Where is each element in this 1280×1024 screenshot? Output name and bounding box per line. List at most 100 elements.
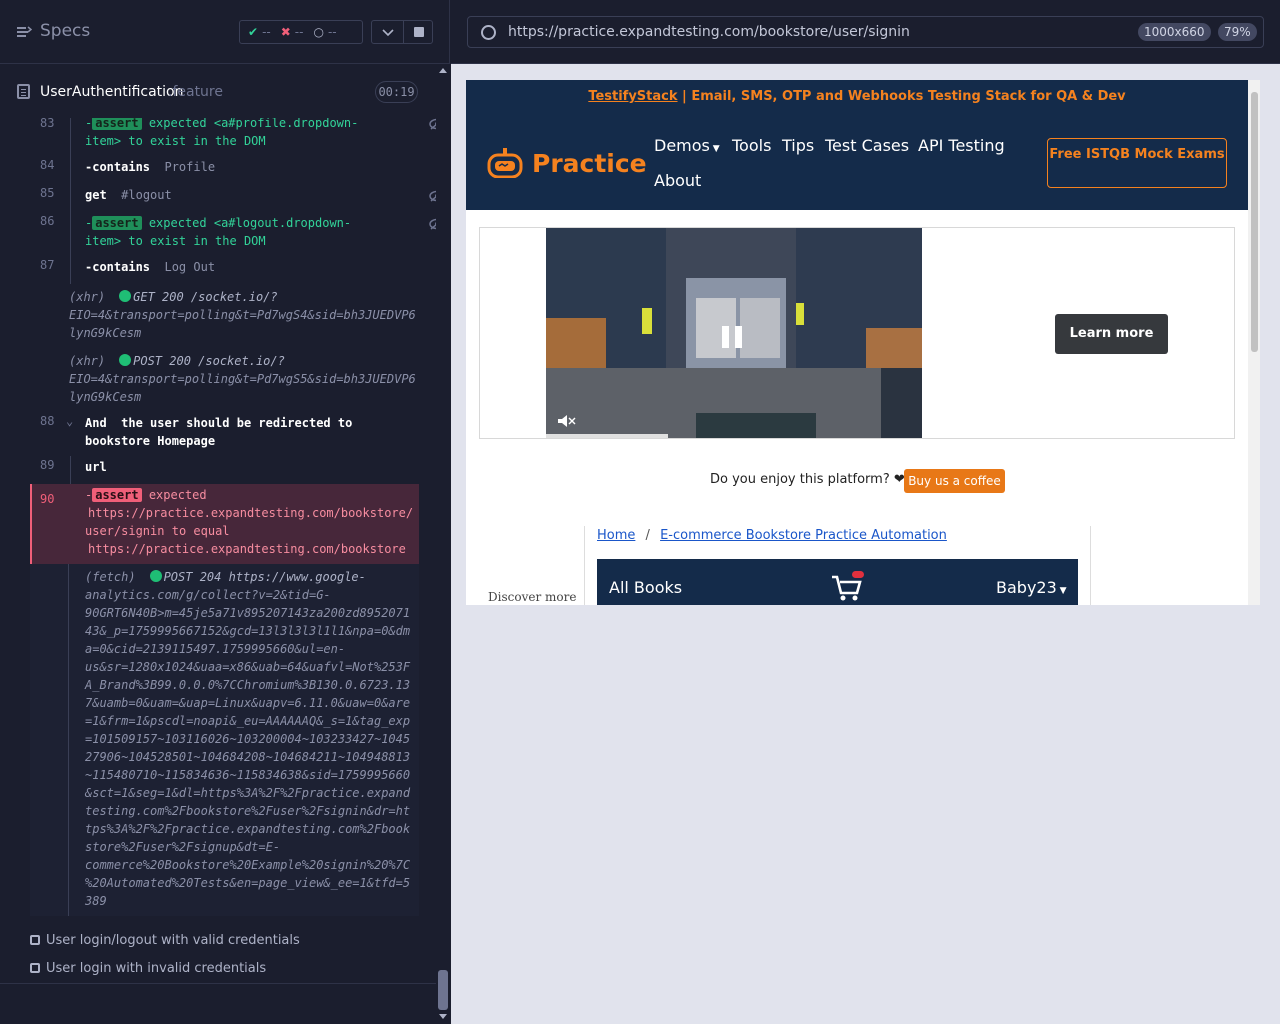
command-row[interactable]: 86 - assert expected <a#logout.dropdown- … — [30, 214, 436, 250]
command-text: - assert expected https://practice.expand… — [85, 488, 414, 556]
nav-test-cases[interactable]: Test Cases — [825, 136, 909, 155]
fetch-text: (fetch) POST 204 https://www.google- anal… — [85, 568, 415, 910]
caret-down-icon: ▼ — [709, 144, 720, 154]
breadcrumb-home[interactable]: Home — [597, 528, 635, 543]
warehouse-scene — [546, 228, 922, 438]
assert-text: expected — [148, 216, 207, 230]
app-under-test-frame: TestifyStack | Email, SMS, OTP and Webho… — [466, 80, 1260, 605]
step-text: And the user should be redirected to boo… — [85, 414, 352, 450]
url-text[interactable]: https://practice.expandtesting.com/books… — [508, 24, 910, 40]
test-item[interactable]: User login with invalid credentials — [30, 961, 266, 976]
checkbox-icon — [30, 935, 40, 945]
test-title: User login/logout with valid credentials — [46, 933, 300, 948]
nav-label: Demos — [654, 136, 710, 155]
assert-subject: <a#profile.dropdown- — [213, 118, 359, 130]
shopping-cart-icon[interactable] — [830, 571, 864, 603]
assert-op: to equal — [171, 524, 230, 538]
assert-tail: to exist in the DOM — [128, 234, 266, 248]
robot-logo-icon[interactable] — [486, 148, 524, 178]
document-icon — [17, 84, 30, 99]
discover-more-text[interactable]: Discover more — [488, 590, 576, 604]
failed-command-row[interactable]: 90 - assert expected https://practice.exp… — [30, 484, 419, 564]
browser-header: https://practice.expandtesting.com/books… — [451, 0, 1280, 64]
learn-more-button[interactable]: Learn more — [1055, 314, 1168, 354]
all-books-link[interactable]: All Books — [609, 578, 682, 597]
chevron-down-icon[interactable]: ⌄ — [66, 414, 73, 428]
scrollbar-thumb[interactable] — [438, 970, 448, 1010]
stop-button[interactable] — [414, 27, 424, 37]
zoom-badge[interactable]: 79% — [1218, 23, 1257, 41]
fetch-url-line: 7&uamb=0&uam=&uap=Linux&uapv=6.11.0&uaw=… — [85, 696, 411, 710]
scroll-up-icon[interactable] — [439, 68, 447, 73]
divider — [68, 564, 69, 916]
viewport-size-badge[interactable]: 1000x660 — [1138, 23, 1211, 41]
nav-tools[interactable]: Tools — [732, 136, 771, 155]
xhr-log[interactable]: (xhr) GET 200 /socket.io/? EIO=4&transpor… — [69, 288, 419, 342]
specs-title[interactable]: Specs — [40, 21, 90, 41]
chevron-down-icon[interactable] — [380, 24, 396, 40]
command-row[interactable]: 87 -contains Log Out — [30, 258, 419, 278]
status-dot-icon — [119, 354, 132, 366]
xhr-url-line: EIO=4&transport=polling&t=Pd7wgS4&sid=bh… — [69, 308, 416, 322]
pending-stat: ○ -- — [313, 25, 337, 39]
address-bar[interactable]: https://practice.expandtesting.com/books… — [467, 16, 1264, 48]
assert-badge: assert — [92, 216, 142, 230]
eye-slash-icon[interactable] — [428, 118, 436, 130]
line-number: 90 — [40, 492, 55, 506]
specs-header: Specs ✔ -- ✖ -- ○ -- — [0, 0, 450, 64]
command-row[interactable]: 85 get #logout — [30, 186, 436, 206]
site-navbar: Practice Demos ▼ Tools Tips Test Cases A… — [466, 118, 1248, 210]
command-text: url — [85, 458, 107, 476]
buy-coffee-button[interactable]: Buy us a coffee — [904, 469, 1005, 493]
line-number: 89 — [40, 458, 55, 472]
reporter-scrollbar[interactable] — [436, 64, 450, 1024]
eye-slash-icon[interactable] — [428, 218, 436, 230]
command-text: get #logout — [85, 186, 172, 204]
line-number: 85 — [40, 186, 55, 200]
fetch-url-line: 27906~104528501~104684208~104684211~1049… — [85, 750, 411, 764]
scroll-down-icon[interactable] — [439, 1014, 447, 1019]
nav-about[interactable]: About — [654, 171, 701, 190]
command-row[interactable]: 84 -contains Profile — [30, 158, 419, 178]
stats-bar: ✔ -- ✖ -- ○ -- — [239, 20, 363, 44]
banner-link[interactable]: TestifyStack — [588, 89, 677, 104]
command-row[interactable]: 89 url — [30, 458, 419, 478]
command-text: -contains Log Out — [85, 260, 216, 274]
failed-stat: ✖ -- — [280, 25, 304, 39]
specs-list-icon[interactable] — [16, 24, 32, 40]
ad-video[interactable] — [546, 228, 922, 438]
command-arg: Profile — [164, 160, 216, 174]
test-title: User login with invalid credentials — [46, 961, 267, 976]
xhr-url-line: lynG9kCesm — [69, 326, 142, 340]
fetch-url-line: &sct=1&seg=1&dl=https%3A%2F%2Fpractice.e… — [85, 786, 411, 800]
breadcrumb: Home / E-commerce Bookstore Practice Aut… — [597, 528, 947, 543]
xhr-request: GET 200 /socket.io/? — [133, 290, 278, 304]
site-logo[interactable]: Practice — [532, 149, 647, 178]
step-row[interactable]: 88 ⌄ And the user should be redirected t… — [30, 414, 419, 450]
xhr-url-line: EIO=4&transport=polling&t=Pd7wgS5&sid=bh… — [69, 372, 416, 386]
test-item[interactable]: User login/logout with valid credentials — [30, 933, 300, 948]
nav-demos[interactable]: Demos ▼ — [654, 136, 720, 155]
status-dot-icon — [149, 570, 162, 582]
page-scrollbar-thumb[interactable] — [1251, 92, 1258, 352]
fetch-url-line: analytics.com/g/collect?v=2&tid=G- — [85, 588, 331, 602]
eye-slash-icon[interactable] — [428, 190, 436, 202]
line-number: 83 — [40, 118, 55, 130]
fetch-log[interactable]: (fetch) POST 204 https://www.google- anal… — [30, 564, 419, 916]
fetch-url-line: a=0&cid=2139115497.1759995660&ul=en- — [85, 642, 346, 656]
command-name: get — [85, 188, 107, 202]
istqb-exams-button[interactable]: Free ISTQB Mock Exams — [1047, 138, 1227, 188]
nav-api-testing[interactable]: API Testing — [918, 136, 1005, 155]
nav-tips[interactable]: Tips — [782, 136, 814, 155]
fetch-url-line: us&sr=1280x1024&uaa=x86&uab=64&uafvl=Not… — [85, 660, 411, 674]
fetch-url-line: store%2Fuser%2Fsignup&dt=E- — [85, 840, 281, 854]
spec-file-header[interactable]: UserAuthentification .feature 00:19 — [0, 64, 436, 118]
assert-text: expected — [148, 488, 207, 502]
xhr-log[interactable]: (xhr) POST 200 /socket.io/? EIO=4&transpo… — [69, 352, 419, 406]
user-menu[interactable]: Baby23 ▼ — [996, 578, 1067, 597]
breadcrumb-current[interactable]: E-commerce Bookstore Practice Automation — [660, 528, 947, 543]
fetch-url-line: commerce%20Bookstore%20Example%20signin%… — [85, 858, 411, 872]
xhr-request: POST 200 /socket.io/? — [133, 354, 285, 368]
divider — [1090, 526, 1091, 605]
command-row[interactable]: 83 - assert expected <a#profile.dropdown-… — [30, 118, 436, 150]
